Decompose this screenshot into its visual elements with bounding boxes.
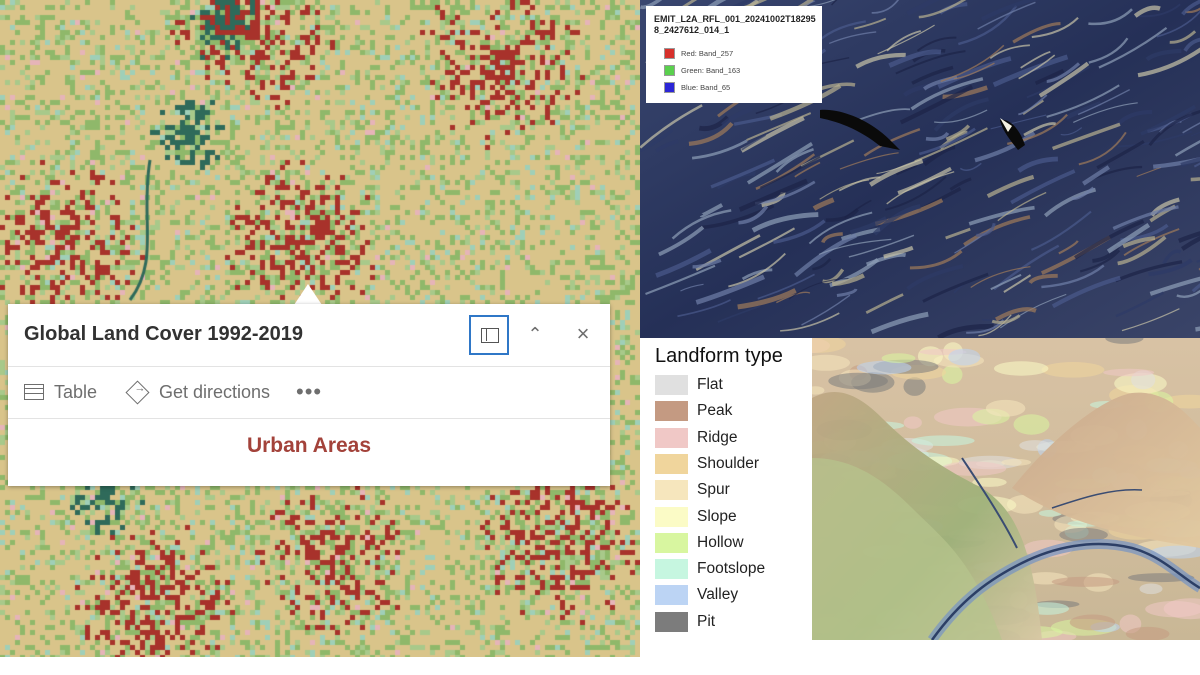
landform-label: Peak [697, 402, 733, 420]
landform-legend-item: Pit [655, 611, 716, 632]
popup-divider [8, 366, 610, 367]
landform-legend-item: Flat [655, 375, 723, 395]
blue-band-swatch [664, 81, 675, 93]
dock-button[interactable] [469, 315, 509, 355]
emit-band-label: Blue: Band_65 [681, 82, 731, 92]
landform-legend-item: Spur [655, 480, 730, 501]
popup-title: Global Land Cover 1992-2019 [24, 323, 304, 345]
landform-swatch [655, 375, 688, 395]
landform-label: Shoulder [697, 454, 760, 472]
landform-legend: Landform type Flat Peak Ridge Shoulder Spur S… [640, 338, 812, 640]
emit-imagery-panel[interactable]: EMIT_L2A_RFL_001_20241002T182958_2427612… [640, 0, 1200, 338]
emit-legend: EMIT_L2A_RFL_001_20241002T182958_2427612… [646, 6, 822, 103]
red-band-swatch [664, 47, 675, 59]
landform-label: Ridge [697, 428, 738, 446]
landform-swatch [655, 559, 688, 580]
more-icon: ••• [296, 379, 323, 404]
feature-name: Urban Areas [246, 434, 372, 457]
collapse-button[interactable]: ⌃ [523, 320, 547, 348]
landform-legend-item: Hollow [655, 532, 744, 553]
emit-band-green: Green: Band_163 [664, 64, 740, 76]
landform-label: Pit [697, 612, 716, 630]
get-directions-label: Get directions [159, 381, 271, 402]
close-button[interactable]: × [571, 320, 595, 348]
close-icon: × [576, 321, 590, 346]
table-action[interactable]: Table [24, 380, 97, 404]
landform-swatch [655, 453, 688, 474]
landform-3d-view[interactable] [812, 338, 1200, 640]
table-icon [24, 384, 44, 400]
popup-divider [8, 418, 610, 419]
landform-legend-item: Peak [655, 401, 733, 422]
landform-legend-item: Shoulder [655, 453, 760, 474]
landform-label: Slope [697, 507, 737, 525]
feature-popup: Global Land Cover 1992-2019 ⌃ × Table Ge… [8, 304, 610, 486]
chevron-up-icon: ⌃ [527, 324, 543, 344]
landform-swatch [655, 506, 688, 527]
dock-icon [481, 328, 499, 343]
emit-band-label: Red: Band_257 [681, 48, 734, 58]
more-actions-button[interactable]: ••• [296, 379, 323, 404]
emit-band-red: Red: Band_257 [664, 47, 733, 59]
get-directions-action[interactable]: Get directions [125, 379, 271, 405]
green-band-swatch [664, 64, 675, 76]
popup-pointer [294, 284, 322, 305]
landform-legend-item: Valley [655, 585, 739, 606]
landform-terrain-scene [812, 338, 1200, 640]
landform-legend-item: Slope [655, 506, 737, 527]
landform-legend-title: Landform type [655, 345, 783, 367]
land-cover-map[interactable]: Global Land Cover 1992-2019 ⌃ × Table Ge… [0, 0, 640, 657]
landform-swatch [655, 611, 688, 632]
landform-label: Hollow [697, 533, 744, 551]
landform-swatch [655, 532, 688, 553]
popup-header: Global Land Cover 1992-2019 ⌃ × [8, 304, 610, 366]
landform-legend-item: Ridge [655, 427, 738, 448]
landform-swatch [655, 427, 688, 448]
emit-band-label: Green: Band_163 [681, 65, 741, 75]
landform-label: Valley [697, 586, 739, 604]
landform-swatch [655, 585, 688, 606]
landform-label: Footslope [697, 560, 766, 578]
landform-label: Flat [697, 376, 723, 393]
landform-swatch [655, 401, 688, 422]
emit-band-blue: Blue: Band_65 [664, 81, 730, 93]
landform-swatch [655, 480, 688, 501]
directions-icon [125, 379, 150, 405]
emit-legend-title: EMIT_L2A_RFL_001_20241002T182958_2427612… [654, 14, 816, 35]
table-action-label: Table [54, 381, 98, 402]
landform-legend-item: Footslope [655, 559, 766, 580]
landform-label: Spur [697, 481, 730, 499]
